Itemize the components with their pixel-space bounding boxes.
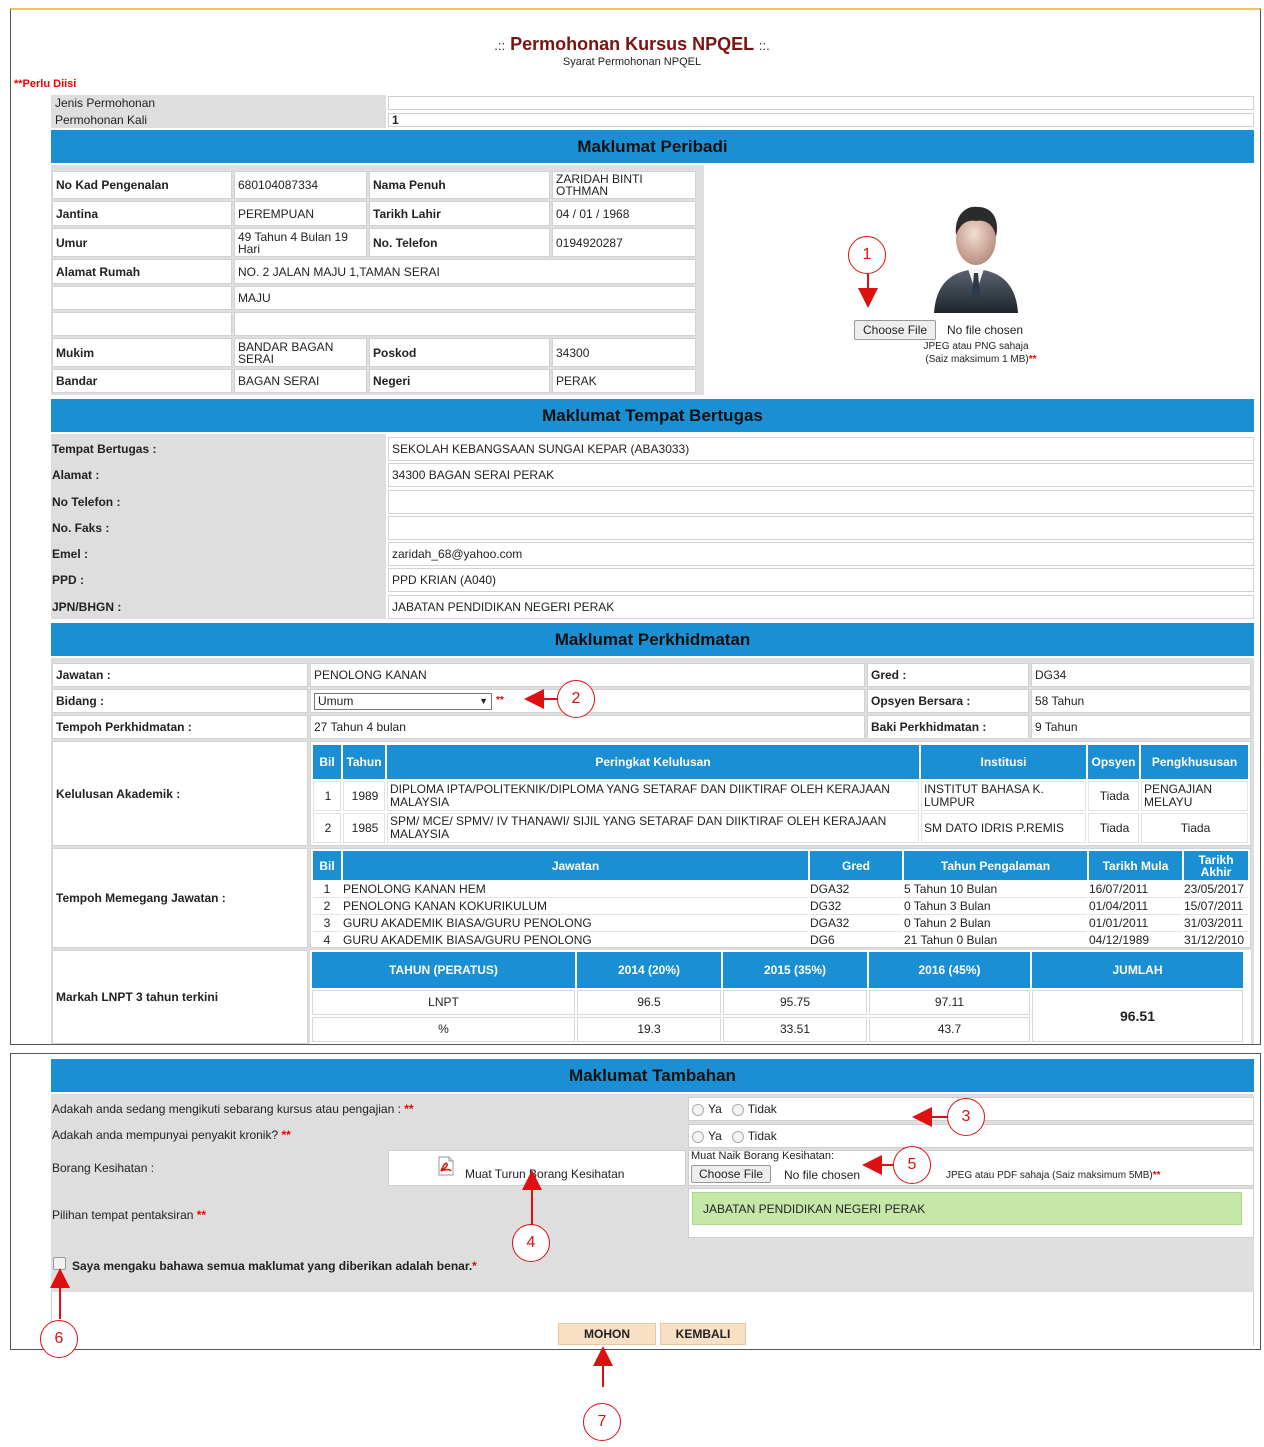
annotation-arrows (50, 274, 947, 1387)
annotation-marker-5: 5 (893, 1146, 931, 1184)
annotation-marker-6: 6 (40, 1320, 78, 1358)
annotation-marker-7: 7 (583, 1403, 621, 1441)
annotation-marker-1: 1 (848, 236, 886, 274)
annotation-marker-4: 4 (512, 1224, 550, 1262)
annotation-marker-3: 3 (947, 1098, 985, 1136)
annotation-marker-2: 2 (557, 680, 595, 718)
